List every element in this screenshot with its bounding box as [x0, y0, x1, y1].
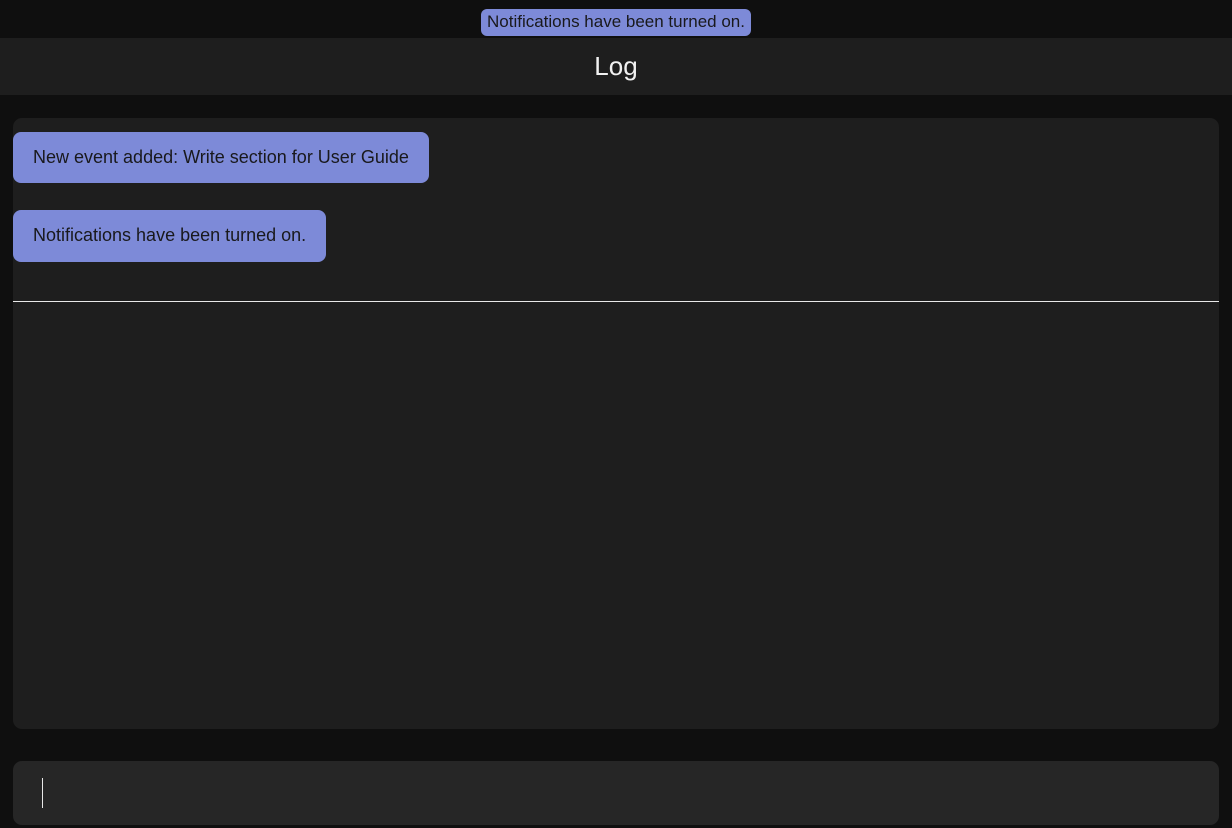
input-row — [0, 761, 1232, 825]
command-input[interactable] — [13, 761, 1219, 825]
toast-notification: Notifications have been turned on. — [481, 9, 751, 36]
log-divider — [13, 301, 1219, 302]
log-panel[interactable]: New event added: Write section for User … — [13, 118, 1219, 729]
titlebar: Log — [0, 38, 1232, 95]
topbar: Notifications have been turned on. — [0, 0, 1232, 38]
log-entry-text: Notifications have been turned on. — [33, 225, 306, 245]
log-entry: Notifications have been turned on. — [13, 210, 326, 261]
page-title: Log — [594, 51, 637, 82]
log-entry: New event added: Write section for User … — [13, 132, 429, 183]
content-area: New event added: Write section for User … — [0, 95, 1232, 739]
toast-text: Notifications have been turned on. — [487, 12, 745, 31]
log-entry-text: New event added: Write section for User … — [33, 147, 409, 167]
